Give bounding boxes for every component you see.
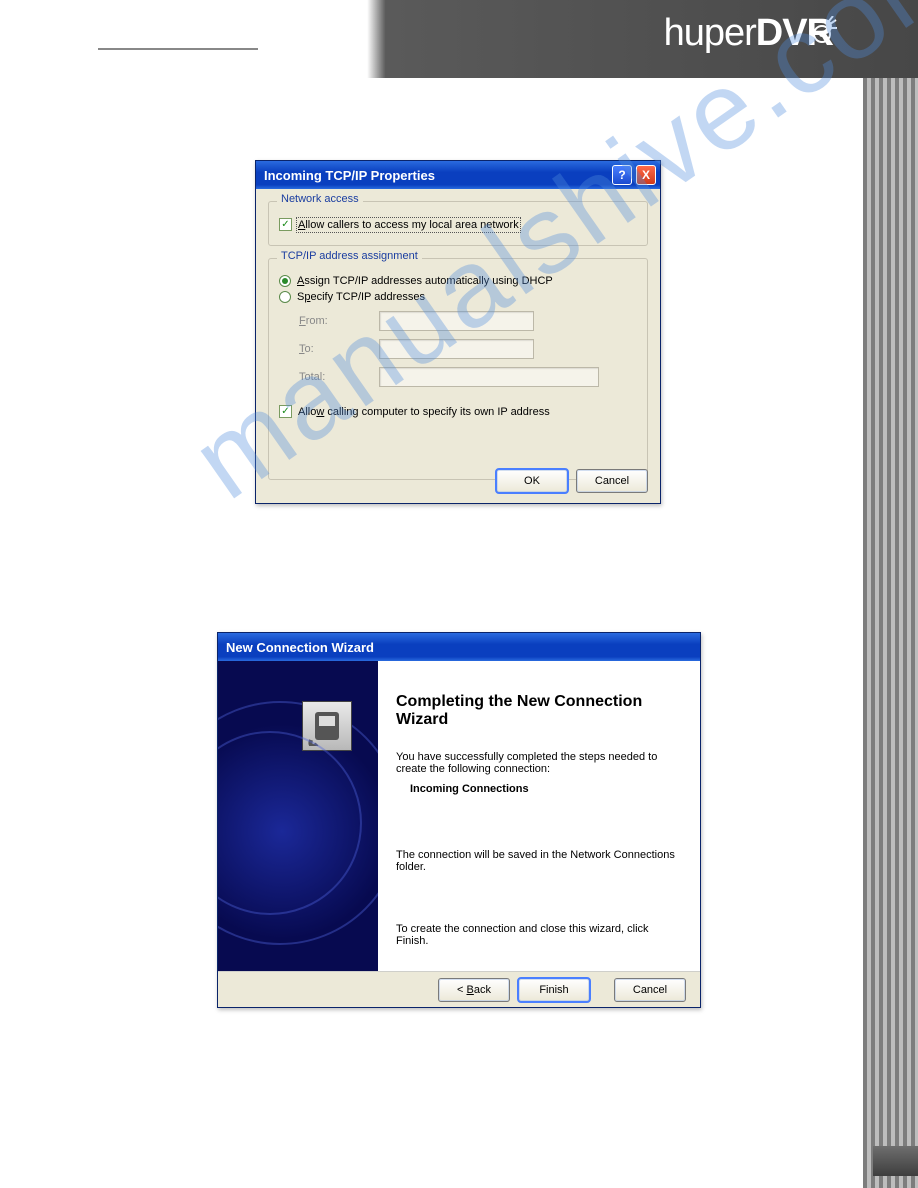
allow-own-ip-label: Allow calling computer to specify its ow… [298, 406, 550, 418]
camera-icon [810, 16, 840, 46]
group-legend: Network access [277, 193, 363, 205]
checkbox-icon[interactable]: ✓ [279, 218, 292, 231]
group-legend: TCP/IP address assignment [277, 250, 422, 262]
specify-label: Specify TCP/IP addresses [297, 291, 425, 303]
wizard-saved-text: The connection will be saved in the Netw… [396, 849, 682, 873]
side-stripes [863, 78, 918, 1188]
dialog-title: New Connection Wizard [226, 640, 374, 655]
tcpip-properties-dialog: Incoming TCP/IP Properties ? X Network a… [255, 160, 661, 504]
new-connection-wizard-dialog: New Connection Wizard Completing the New… [217, 632, 701, 1008]
wizard-heading: Completing the New Connection Wizard [396, 693, 682, 729]
dialog-buttons: OK Cancel [496, 469, 648, 493]
tcpip-assignment-group: TCP/IP address assignment Assign TCP/IP … [268, 258, 648, 480]
help-icon: ? [618, 168, 625, 182]
back-button[interactable]: < Back [438, 978, 510, 1002]
titlebar[interactable]: Incoming TCP/IP Properties ? X [256, 161, 660, 189]
cancel-button[interactable]: Cancel [614, 978, 686, 1002]
radio-icon[interactable] [279, 275, 291, 287]
to-row: To: [279, 339, 637, 359]
specify-radio-row[interactable]: Specify TCP/IP addresses [279, 291, 637, 303]
close-icon: X [642, 168, 650, 182]
connection-plug-icon [302, 701, 352, 751]
cancel-button[interactable]: Cancel [576, 469, 648, 493]
wizard-sidebar [218, 661, 378, 971]
total-row: Total: [279, 367, 637, 387]
header-underline [98, 48, 258, 50]
allow-own-ip-row[interactable]: ✓ Allow calling computer to specify its … [279, 405, 637, 418]
radio-icon[interactable] [279, 291, 291, 303]
brand-logo: huperDVR [664, 12, 833, 55]
from-row: From: [279, 311, 637, 331]
logo-thin: huper [664, 12, 756, 54]
from-input[interactable] [379, 311, 534, 331]
titlebar[interactable]: New Connection Wizard [218, 633, 700, 661]
allow-callers-row[interactable]: ✓ Allow callers to access my local area … [279, 218, 637, 231]
wizard-footer: < Back Finish Cancel [218, 971, 700, 1007]
from-label: From: [299, 315, 379, 327]
to-input[interactable] [379, 339, 534, 359]
total-input [379, 367, 599, 387]
wizard-completed-text: You have successfully completed the step… [396, 751, 682, 775]
dhcp-radio-row[interactable]: Assign TCP/IP addresses automatically us… [279, 275, 637, 287]
page-header: huperDVR [0, 0, 918, 78]
allow-callers-label: Allow callers to access my local area ne… [298, 219, 519, 231]
wizard-create-text: To create the connection and close this … [396, 923, 682, 947]
ok-button[interactable]: OK [496, 469, 568, 493]
close-button[interactable]: X [636, 165, 656, 185]
finish-button[interactable]: Finish [518, 978, 590, 1002]
network-access-group: Network access ✓ Allow callers to access… [268, 201, 648, 246]
connection-name: Incoming Connections [410, 783, 682, 795]
total-label: Total: [299, 371, 379, 383]
checkbox-icon[interactable]: ✓ [279, 405, 292, 418]
dialog-title: Incoming TCP/IP Properties [264, 168, 608, 183]
dhcp-label: Assign TCP/IP addresses automatically us… [297, 275, 553, 287]
page-tab [873, 1146, 918, 1176]
help-button[interactable]: ? [612, 165, 632, 185]
to-label: To: [299, 343, 379, 355]
wizard-main: Completing the New Connection Wizard You… [378, 661, 700, 971]
wizard-body: Completing the New Connection Wizard You… [218, 661, 700, 971]
